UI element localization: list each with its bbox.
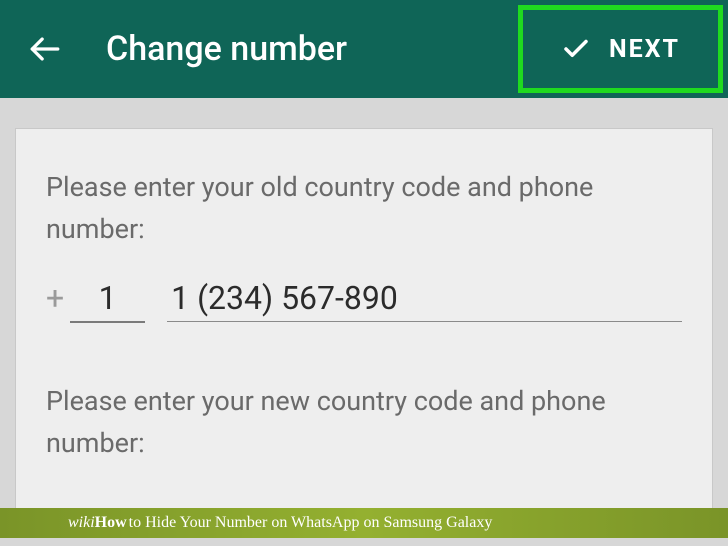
how-text: How <box>95 514 127 532</box>
wiki-text: wiki <box>68 514 95 532</box>
app-header: Change number NEXT <box>0 0 728 98</box>
next-label: NEXT <box>609 35 680 64</box>
back-button[interactable] <box>28 32 62 66</box>
wikihow-banner: wikiHow to Hide Your Number on WhatsApp … <box>0 508 728 538</box>
plus-sign-icon: + <box>46 279 64 317</box>
banner-gradient: wikiHow to Hide Your Number on WhatsApp … <box>0 508 728 538</box>
old-phone-number-input[interactable]: 1 (234) 567-890 <box>167 279 682 322</box>
back-arrow-icon <box>28 32 62 66</box>
article-title: to Hide Your Number on WhatsApp on Samsu… <box>129 514 493 532</box>
form-card: Please enter your old country code and p… <box>15 128 713 538</box>
next-button[interactable]: NEXT <box>518 5 723 93</box>
check-icon <box>561 34 591 64</box>
new-number-prompt: Please enter your new country code and p… <box>46 381 682 465</box>
old-number-prompt: Please enter your old country code and p… <box>46 167 682 251</box>
old-phone-row: + 1 1 (234) 567-890 <box>46 279 682 323</box>
page-title: Change number <box>106 29 347 69</box>
old-country-code-input[interactable]: 1 <box>70 279 145 323</box>
